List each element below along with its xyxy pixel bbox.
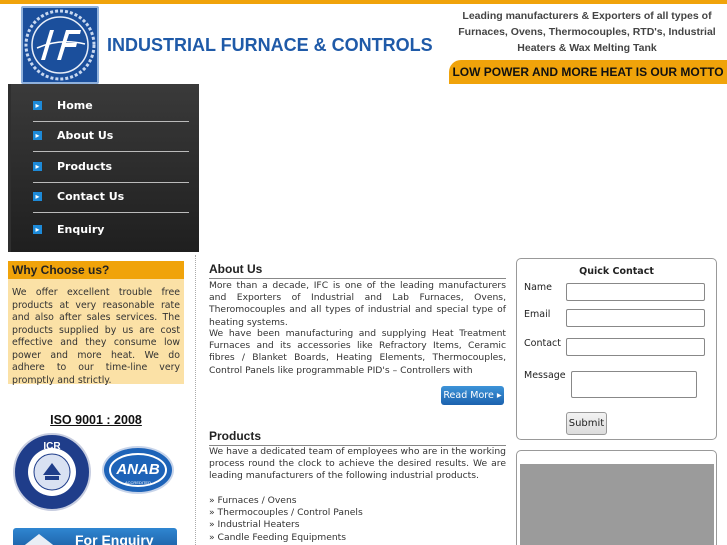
nav-item-products[interactable]: ▸ Products (33, 153, 189, 183)
why-choose-us-title: Why Choose us? (8, 261, 184, 279)
motto-banner: LOW POWER AND MORE HEAT IS OUR MOTTO (449, 60, 727, 84)
products-list: » Furnaces / Ovens » Thermocouples / Con… (209, 495, 506, 544)
email-label: Email (524, 309, 551, 320)
why-choose-us-text: We offer excellent trouble free products… (12, 287, 180, 386)
quick-contact-title: Quick Contact (579, 266, 654, 277)
nav-item-label: Products (57, 160, 113, 173)
chevron-right-icon: ▸ (33, 162, 42, 171)
message-textarea[interactable] (571, 371, 697, 398)
header-tagline: Leading manufacturers & Exporters of all… (458, 10, 716, 54)
submit-button[interactable]: Submit (566, 412, 607, 435)
about-us-paragraph-2: We have been manufacturing and supplying… (209, 328, 506, 376)
anab-sub-label: ACCREDITED (125, 480, 151, 485)
products-intro: We have a dedicated team of employees wh… (209, 446, 506, 482)
anab-accreditation-logo: ANAB ACCREDITED (102, 446, 174, 494)
message-label: Message (524, 370, 566, 381)
right-sidebar-box (516, 450, 717, 545)
main-navigation: ▸ Home ▸ About Us ▸ Products ▸ Contact U… (8, 84, 199, 252)
sidebar-image-placeholder (520, 464, 714, 545)
nav-item-label: Contact Us (57, 190, 125, 203)
about-us-paragraph-1: More than a decade, IFC is one of the le… (209, 280, 506, 328)
anab-logo-graphic: ANAB ACCREDITED (109, 453, 167, 487)
company-logo[interactable] (21, 6, 99, 84)
column-divider (195, 255, 196, 545)
logo-graphic (24, 9, 96, 81)
nav-item-contact-us[interactable]: ▸ Contact Us (33, 183, 189, 213)
name-label: Name (524, 282, 553, 293)
nav-item-about-us[interactable]: ▸ About Us (33, 122, 189, 152)
contact-label: Contact (524, 338, 561, 349)
about-us-heading: About Us (209, 262, 506, 279)
email-input[interactable] (566, 309, 705, 327)
nav-item-label: About Us (57, 129, 114, 142)
nav-item-label: Home (57, 99, 93, 112)
nav-item-label: Enquiry (57, 223, 105, 236)
product-list-item[interactable]: » Industrial Heaters (209, 519, 506, 531)
caret-right-icon: ▸ (496, 390, 502, 401)
chevron-right-icon: ▸ (33, 101, 42, 110)
why-choose-us-box: Why Choose us? We offer excellent troubl… (8, 261, 184, 386)
chevron-right-icon: ▸ (33, 225, 42, 234)
quick-contact-form: Quick Contact Name Email Contact Message… (516, 258, 717, 440)
hero-banner-area (199, 84, 727, 252)
icr-certification-seal: ICR (13, 433, 91, 511)
read-more-button[interactable]: Read More ▸ (441, 386, 504, 405)
anab-label: ANAB (115, 461, 159, 478)
envelope-icon (24, 534, 54, 545)
brand-name: INDUSTRIAL FURNACE & CONTROLS (107, 35, 433, 55)
icr-seal-graphic: ICR (28, 441, 76, 496)
top-accent-bar (0, 0, 727, 4)
enquiry-banner-button[interactable]: For Enquiry (13, 528, 177, 545)
contact-input[interactable] (566, 338, 705, 356)
enquiry-banner-label: For Enquiry (75, 532, 154, 545)
name-input[interactable] (566, 283, 705, 301)
product-list-item[interactable]: » Furnaces / Ovens (209, 495, 506, 507)
nav-item-home[interactable]: ▸ Home (33, 92, 189, 122)
products-heading: Products (209, 429, 506, 446)
product-list-item[interactable]: » Thermocouples / Control Panels (209, 507, 506, 519)
product-list-item[interactable]: » Candle Feeding Equipments (209, 532, 506, 544)
chevron-right-icon: ▸ (33, 192, 42, 201)
chevron-right-icon: ▸ (33, 131, 42, 140)
nav-item-enquiry[interactable]: ▸ Enquiry (33, 216, 189, 246)
page: INDUSTRIAL FURNACE & CONTROLS Leading ma… (0, 0, 727, 545)
read-more-label: Read More (443, 390, 494, 401)
icr-seal-label: ICR (43, 441, 61, 452)
iso-certification: ISO 9001 : 2008 (50, 413, 142, 427)
